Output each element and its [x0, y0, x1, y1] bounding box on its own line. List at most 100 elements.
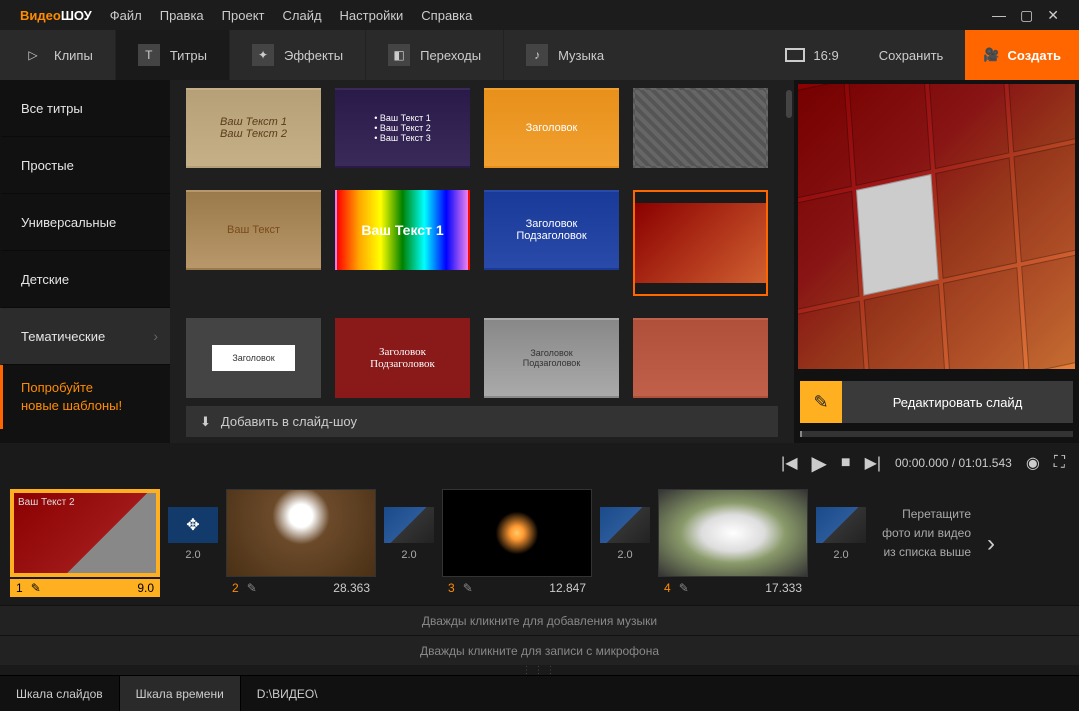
- time-current: 00:00.000: [895, 456, 948, 470]
- next-button[interactable]: ▶|: [865, 453, 881, 473]
- bottom-tab-time[interactable]: Шкала времени: [120, 676, 241, 711]
- thumb-label: [635, 320, 766, 396]
- bottom-tab-slides[interactable]: Шкала слайдов: [0, 676, 120, 711]
- preview-image: [798, 84, 1075, 369]
- sidebar-label: Тематические: [21, 329, 105, 344]
- sidebar-promo[interactable]: Попробуйте новые шаблоны!: [0, 365, 170, 429]
- transition-4[interactable]: 2.0: [812, 489, 870, 561]
- titles-sidebar: Все титры Простые Универсальные Детские …: [0, 80, 170, 443]
- preview-panel: ✎ Редактировать слайд: [794, 80, 1079, 443]
- thumb-label: Ваш Текст 1: [337, 192, 468, 268]
- menu-settings[interactable]: Настройки: [340, 8, 404, 23]
- create-label: Создать: [1008, 48, 1061, 63]
- menu-edit[interactable]: Правка: [160, 8, 204, 23]
- player-controls: |◀ ▶ ■ ▶| 00:00.000 / 01:01.543 ◉ ⛶: [0, 443, 1079, 483]
- promo-line1: Попробуйте: [21, 379, 152, 397]
- pencil-icon[interactable]: ✎: [31, 581, 41, 595]
- project-path: D:\ВИДЕО\: [241, 687, 334, 701]
- sidebar-label: Универсальные: [21, 215, 116, 230]
- music-track[interactable]: Дважды кликните для добавления музыки: [0, 605, 1079, 635]
- timeline-hint: Перетащите фото или видео из списка выше: [874, 489, 979, 579]
- edit-slide-button[interactable]: ✎ Редактировать слайд: [800, 381, 1073, 423]
- logo-right: ШОУ: [61, 8, 92, 23]
- aspect-ratio-button[interactable]: 16:9: [767, 48, 856, 63]
- pencil-icon[interactable]: ✎: [247, 581, 257, 595]
- transition-1[interactable]: ✥2.0: [164, 489, 222, 561]
- title-thumb[interactable]: ЗаголовокПодзаголовок: [484, 190, 619, 270]
- slide-dur: 9.0: [137, 581, 154, 595]
- tab-effects[interactable]: ✦ Эффекты: [229, 30, 365, 80]
- save-button[interactable]: Сохранить: [857, 30, 966, 80]
- slide-num: 3: [448, 581, 455, 595]
- tab-music[interactable]: ♪ Музыка: [503, 30, 626, 80]
- menu-project[interactable]: Проект: [222, 8, 265, 23]
- save-label: Сохранить: [879, 48, 944, 63]
- tab-effects-label: Эффекты: [284, 48, 343, 63]
- gallery-grid: Ваш Текст 1Ваш Текст 2 • Ваш Текст 1• Ва…: [170, 80, 794, 398]
- title-thumb[interactable]: Заголовок: [186, 318, 321, 398]
- add-to-slideshow-button[interactable]: ⬇ Добавить в слайд-шоу: [186, 406, 778, 437]
- title-thumb[interactable]: [633, 88, 768, 168]
- main-tab-bar: ▷ Клипы T Титры ✦ Эффекты ◧ Переходы ♪ М…: [0, 30, 1079, 80]
- time-display: 00:00.000 / 01:01.543: [895, 456, 1012, 470]
- edit-slide-label: Редактировать слайд: [842, 395, 1073, 410]
- tab-titles[interactable]: T Титры: [115, 30, 229, 80]
- sidebar-item-kids[interactable]: Детские: [0, 251, 170, 308]
- close-button[interactable]: ✕: [1047, 7, 1059, 24]
- title-thumb[interactable]: [633, 318, 768, 398]
- maximize-button[interactable]: ▢: [1020, 7, 1033, 24]
- title-thumb[interactable]: Ваш Текст 1: [335, 190, 470, 270]
- stop-button[interactable]: ■: [841, 454, 851, 472]
- menu-slide[interactable]: Слайд: [282, 8, 321, 23]
- fullscreen-button[interactable]: ⛶: [1054, 454, 1065, 472]
- timeline-slide-4[interactable]: 4 ✎ 17.333: [658, 489, 808, 597]
- trans-thumb: [384, 507, 434, 543]
- sidebar-item-thematic[interactable]: Тематические›: [0, 308, 170, 365]
- window-controls: — ▢ ✕: [992, 7, 1059, 24]
- title-thumb[interactable]: ЗаголовокПодзаголовок: [484, 318, 619, 398]
- tab-transitions-label: Переходы: [420, 48, 481, 63]
- slide-dur: 28.363: [333, 581, 370, 595]
- thumb-label: ЗаголовокПодзаголовок: [486, 320, 617, 396]
- menu-file[interactable]: Файл: [110, 8, 142, 23]
- menu-bar: ВидеоШОУ Файл Правка Проект Слайд Настро…: [0, 0, 1079, 30]
- tab-clips[interactable]: ▷ Клипы: [0, 30, 115, 80]
- menu-help[interactable]: Справка: [421, 8, 472, 23]
- download-icon: ⬇: [200, 414, 211, 430]
- title-thumb-selected[interactable]: [633, 190, 768, 296]
- title-thumb[interactable]: • Ваш Текст 1• Ваш Текст 2• Ваш Текст 3: [335, 88, 470, 168]
- minimize-button[interactable]: —: [992, 7, 1006, 24]
- timeline-slide-2[interactable]: 2✎28.363: [226, 489, 376, 597]
- top-right-controls: 16:9 Сохранить 🎥 Создать: [767, 30, 1079, 80]
- sidebar-item-simple[interactable]: Простые: [0, 137, 170, 194]
- title-thumb[interactable]: Ваш Текст 1Ваш Текст 2: [186, 88, 321, 168]
- timeline-slide-3[interactable]: 3 ✎ 12.847: [442, 489, 592, 597]
- sidebar-item-all[interactable]: Все титры: [0, 80, 170, 137]
- thumb-label: [635, 90, 766, 166]
- pencil-icon[interactable]: ✎: [463, 581, 473, 595]
- slide-num: 4: [664, 581, 671, 595]
- timeline-next-button[interactable]: ›: [987, 530, 995, 558]
- mic-track[interactable]: Дважды кликните для записи с микрофона: [0, 635, 1079, 665]
- title-thumb[interactable]: Заголовок: [484, 88, 619, 168]
- prev-button[interactable]: |◀: [781, 453, 797, 473]
- sidebar-item-universal[interactable]: Универсальные: [0, 194, 170, 251]
- preview-progress[interactable]: [800, 431, 1073, 437]
- slide-dur: 17.333: [765, 581, 802, 595]
- snapshot-button[interactable]: ◉: [1026, 453, 1040, 473]
- create-button[interactable]: 🎥 Создать: [965, 30, 1079, 80]
- play-button[interactable]: ▶: [812, 451, 827, 476]
- resize-handle[interactable]: ⋮⋮⋮: [0, 665, 1079, 675]
- transition-3[interactable]: 2.0: [596, 489, 654, 561]
- slide-dur: 12.847: [549, 581, 586, 595]
- tab-transitions[interactable]: ◧ Переходы: [365, 30, 503, 80]
- title-thumb[interactable]: ЗаголовокПодзаголовок: [335, 318, 470, 398]
- logo-left: Видео: [20, 8, 61, 23]
- add-label: Добавить в слайд-шоу: [221, 414, 357, 429]
- transition-2[interactable]: 2.0: [380, 489, 438, 561]
- pencil-icon[interactable]: ✎: [679, 581, 689, 595]
- tab-titles-label: Титры: [170, 48, 207, 63]
- thumb-label: • Ваш Текст 1• Ваш Текст 2• Ваш Текст 3: [337, 90, 468, 166]
- title-thumb[interactable]: Ваш Текст: [186, 190, 321, 270]
- timeline-slide-1[interactable]: Ваш Текст 2 1✎9.0: [10, 489, 160, 597]
